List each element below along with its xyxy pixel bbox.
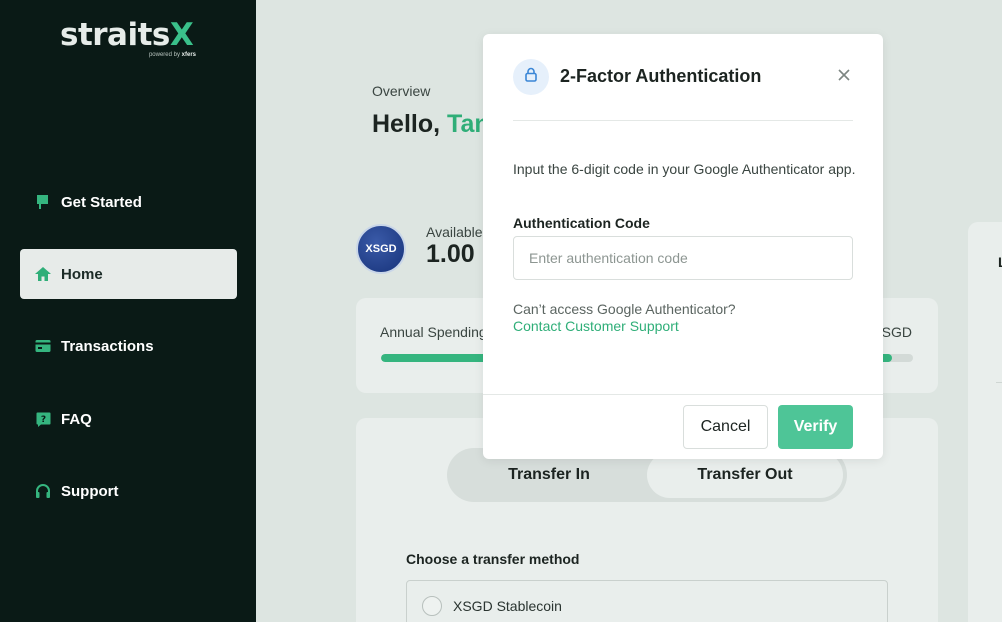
verify-button[interactable]: Verify: [778, 405, 853, 449]
divider: [483, 394, 883, 395]
sidebar-item-home[interactable]: Home: [20, 249, 237, 299]
contact-support-link[interactable]: Contact Customer Support: [513, 318, 679, 334]
right-card-label: L: [998, 254, 1002, 270]
logo-word-main: straits: [60, 17, 170, 53]
method-radio[interactable]: [422, 596, 442, 616]
svg-text:?: ?: [40, 415, 45, 425]
headset-icon: [35, 483, 51, 499]
lock-icon-badge: [513, 59, 549, 95]
close-button[interactable]: [833, 66, 855, 88]
sidebar-item-support[interactable]: Support: [20, 466, 237, 516]
right-side-card: L: [968, 222, 1002, 622]
overview-label: Overview: [372, 83, 431, 99]
page-title: Hello, Tan: [372, 110, 490, 139]
flag-icon: [35, 194, 51, 210]
greeting: Hello,: [372, 110, 441, 138]
sidebar-item-faq[interactable]: ? FAQ: [20, 394, 237, 444]
modal-title: 2-Factor Authentication: [560, 66, 762, 86]
sidebar: straitsX powered by xfers Get Started Ho…: [0, 0, 256, 622]
sidebar-item-label: Get Started: [61, 193, 142, 211]
lock-icon: [525, 67, 537, 87]
spending-label: Annual Spending: [380, 324, 487, 340]
coin-label: XSGD: [365, 243, 397, 255]
two-factor-modal: 2-Factor Authentication Input the 6-digi…: [483, 34, 883, 459]
balance-value: 1.00: [426, 240, 475, 268]
faq-icon: ?: [35, 411, 51, 427]
logo-powered-brand: xfers: [181, 52, 196, 58]
xsgd-coin-icon: XSGD: [356, 224, 406, 274]
sidebar-item-label: Transactions: [61, 337, 154, 355]
logo-powered-by: powered by: [148, 52, 180, 58]
straitsx-logo[interactable]: straitsX powered by xfers: [60, 16, 200, 62]
method-label: XSGD Stablecoin: [453, 598, 562, 614]
divider: [996, 382, 1002, 383]
sidebar-item-label: Support: [61, 482, 119, 500]
cant-access-text: Can’t access Google Authenticator?: [513, 301, 736, 317]
sidebar-item-label: FAQ: [61, 410, 92, 428]
balance-label: Available: [426, 224, 483, 240]
transfer-method-title: Choose a transfer method: [406, 551, 580, 567]
sidebar-item-get-started[interactable]: Get Started: [20, 177, 237, 227]
transactions-icon: [35, 338, 51, 354]
home-icon: [35, 266, 51, 282]
cancel-button[interactable]: Cancel: [683, 405, 768, 449]
field-label: Authentication Code: [513, 215, 650, 231]
spending-unit: SGD: [881, 324, 912, 340]
sidebar-item-transactions[interactable]: Transactions: [20, 321, 237, 371]
instruction-text: Input the 6-digit code in your Google Au…: [513, 161, 856, 177]
sidebar-item-label: Home: [61, 265, 103, 283]
divider: [513, 120, 853, 121]
logo-word-accent: X: [169, 17, 194, 53]
close-icon: [838, 68, 850, 86]
authentication-code-input[interactable]: [513, 236, 853, 280]
transfer-method-option[interactable]: XSGD Stablecoin: [406, 580, 888, 622]
